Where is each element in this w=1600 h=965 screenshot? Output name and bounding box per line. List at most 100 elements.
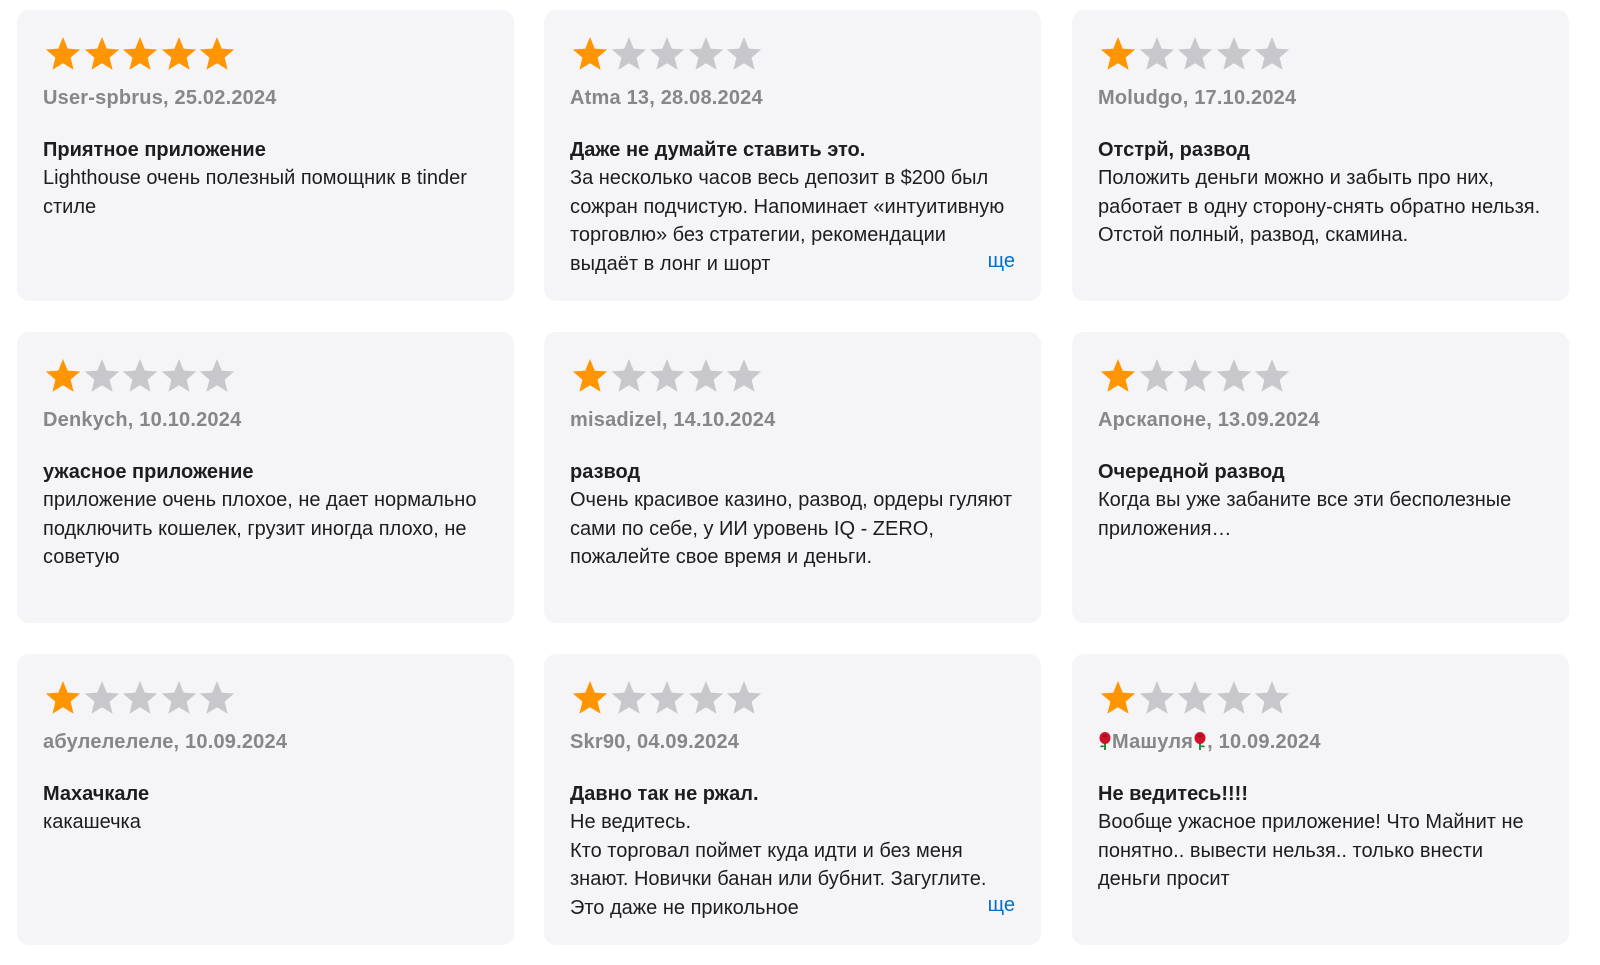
star-empty-icon <box>197 356 235 396</box>
star-filled-icon <box>43 678 81 718</box>
star-rating <box>570 32 1015 76</box>
star-rating <box>43 354 488 398</box>
review-card: Denkych, 10.10.2024 ужасное приложение п… <box>17 332 514 623</box>
star-empty-icon <box>1214 34 1252 74</box>
review-card: Машуля, 10.09.2024 Не ведитесь!!!! Вообщ… <box>1072 654 1569 945</box>
review-body: Когда вы уже забаните все эти бесполезны… <box>1098 489 1512 540</box>
review-date: 04.09.2024 <box>637 731 740 753</box>
star-empty-icon <box>609 678 647 718</box>
review-body: Очень красивое казино, развод, ордеры гу… <box>570 489 1012 569</box>
star-empty-icon <box>1137 34 1175 74</box>
star-empty-icon <box>724 356 762 396</box>
review-meta: Denkych, 10.10.2024 <box>43 409 242 431</box>
star-empty-icon <box>609 356 647 396</box>
star-rating <box>43 32 488 76</box>
rose-icon <box>1099 732 1111 750</box>
star-rating <box>43 676 488 720</box>
star-empty-icon <box>1175 34 1213 74</box>
star-filled-icon <box>43 34 81 74</box>
review-date: 10.09.2024 <box>185 731 288 753</box>
star-empty-icon <box>647 356 685 396</box>
more-link[interactable]: ще <box>967 250 1015 273</box>
star-empty-icon <box>724 678 762 718</box>
review-title: Даже не думайте ставить это. <box>570 139 866 161</box>
star-empty-icon <box>1214 356 1252 396</box>
review-author: User-spbrus <box>43 87 164 109</box>
review-date: 25.02.2024 <box>174 87 277 109</box>
review-meta: misadizel, 14.10.2024 <box>570 409 776 431</box>
star-empty-icon <box>686 678 724 718</box>
review-author: Denkych <box>43 409 128 431</box>
star-filled-icon <box>82 34 120 74</box>
review-author: Машуля <box>1112 731 1194 753</box>
review-body: Не ведитесь. Кто торговал поймет куда ид… <box>570 811 987 920</box>
reviews-grid: User-spbrus, 25.02.2024 Приятное приложе… <box>0 0 1600 965</box>
review-meta: Atma 13, 28.08.2024 <box>570 87 763 109</box>
review-title: Приятное приложение <box>43 139 266 161</box>
star-empty-icon <box>120 356 158 396</box>
star-empty-icon <box>724 34 762 74</box>
review-author: Moludgo <box>1098 87 1183 109</box>
review-card: Moludgo, 17.10.2024 Отстрй, развод Полож… <box>1072 10 1569 301</box>
review-meta: Skr90, 04.09.2024 <box>570 731 740 753</box>
review-body: Lighthouse очень полезный помощник в tin… <box>43 167 467 218</box>
review-body: приложение очень плохое, не дает нормаль… <box>43 489 477 569</box>
review-title: развод <box>570 461 641 483</box>
review-date: 28.08.2024 <box>660 87 763 109</box>
more-link[interactable]: ще <box>967 894 1015 917</box>
review-author: абулелелеле <box>43 731 174 753</box>
review-card: Skr90, 04.09.2024 Давно так не ржал. Не … <box>544 654 1041 945</box>
review-meta: User-spbrus, 25.02.2024 <box>43 87 277 109</box>
star-empty-icon <box>82 678 120 718</box>
star-empty-icon <box>1137 356 1175 396</box>
star-empty-icon <box>82 356 120 396</box>
star-empty-icon <box>1137 678 1175 718</box>
review-author: Арскапоне <box>1098 409 1207 431</box>
review-card: абулелелеле, 10.09.2024 Махачкале какаше… <box>17 654 514 945</box>
star-filled-icon <box>1098 678 1136 718</box>
star-filled-icon <box>120 34 158 74</box>
star-filled-icon <box>1098 34 1136 74</box>
review-body: какашечка <box>43 811 141 833</box>
review-body: Вообще ужасное приложение! Что Майнит не… <box>1098 811 1524 891</box>
star-filled-icon <box>570 678 608 718</box>
star-empty-icon <box>1175 356 1213 396</box>
star-empty-icon <box>159 356 197 396</box>
review-date: 14.10.2024 <box>673 409 776 431</box>
star-filled-icon <box>570 34 608 74</box>
review-meta: Арскапоне, 13.09.2024 <box>1098 409 1320 431</box>
star-empty-icon <box>647 34 685 74</box>
review-title: Очередной развод <box>1098 461 1285 483</box>
star-rating <box>1098 676 1543 720</box>
review-author: Skr90 <box>570 731 626 753</box>
star-empty-icon <box>1252 678 1290 718</box>
star-filled-icon <box>197 34 235 74</box>
review-card: Atma 13, 28.08.2024 Даже не думайте став… <box>544 10 1041 301</box>
star-empty-icon <box>120 678 158 718</box>
star-rating <box>1098 32 1543 76</box>
review-body: Положить деньги можно и забыть про них, … <box>1098 167 1541 247</box>
star-rating <box>570 354 1015 398</box>
star-filled-icon <box>43 356 81 396</box>
review-meta: абулелелеле, 10.09.2024 <box>43 731 288 753</box>
review-date: 13.09.2024 <box>1217 409 1320 431</box>
review-body: За несколько часов весь депозит в $200 б… <box>570 167 1005 276</box>
review-date: 10.10.2024 <box>139 409 242 431</box>
review-author: Atma 13 <box>570 87 650 109</box>
star-empty-icon <box>1175 678 1213 718</box>
review-meta: Машуля, 10.09.2024 <box>1098 731 1543 754</box>
star-empty-icon <box>1252 34 1290 74</box>
star-empty-icon <box>1214 678 1252 718</box>
review-card: misadizel, 14.10.2024 развод Очень краси… <box>544 332 1041 623</box>
star-empty-icon <box>159 678 197 718</box>
star-empty-icon <box>197 678 235 718</box>
review-title: Давно так не ржал. <box>570 783 759 805</box>
review-title: ужасное приложение <box>43 461 254 483</box>
star-empty-icon <box>686 34 724 74</box>
star-empty-icon <box>1252 356 1290 396</box>
review-date: 17.10.2024 <box>1194 87 1297 109</box>
review-title: Махачкале <box>43 783 150 805</box>
star-rating <box>570 676 1015 720</box>
star-filled-icon <box>159 34 197 74</box>
star-empty-icon <box>609 34 647 74</box>
